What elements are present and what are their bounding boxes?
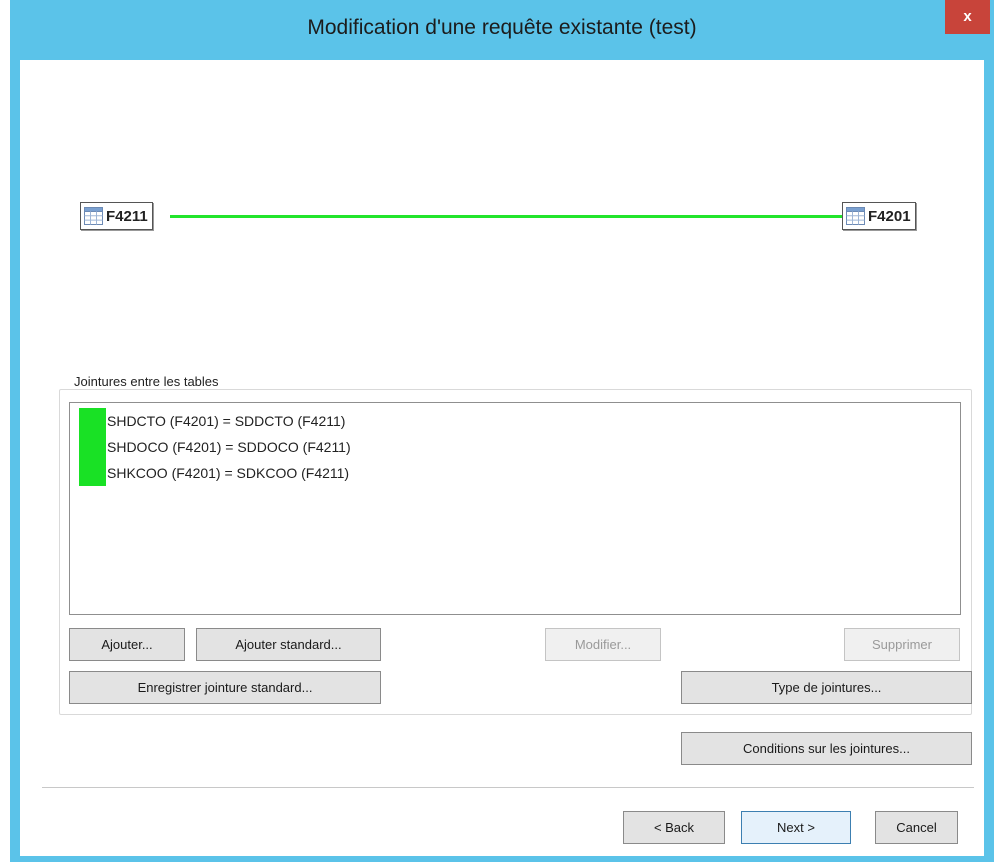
- back-button[interactable]: < Back: [623, 811, 725, 844]
- add-standard-button[interactable]: Ajouter standard...: [196, 628, 381, 661]
- add-button[interactable]: Ajouter...: [69, 628, 185, 661]
- table-node-right[interactable]: F4201: [842, 202, 916, 230]
- list-item[interactable]: SHKCOO (F4201) = SDKCOO (F4211): [107, 460, 351, 486]
- list-item[interactable]: SHDOCO (F4201) = SDDOCO (F4211): [107, 434, 351, 460]
- join-rows: SHDCTO (F4201) = SDDCTO (F4211) SHDOCO (…: [107, 408, 351, 486]
- close-button[interactable]: x: [945, 0, 990, 34]
- join-link-line[interactable]: [170, 215, 842, 218]
- table-name: F4211: [106, 207, 148, 225]
- joins-listbox[interactable]: SHDCTO (F4201) = SDDCTO (F4211) SHDOCO (…: [69, 402, 961, 615]
- table-icon: [846, 207, 865, 225]
- save-standard-join-button[interactable]: Enregistrer jointure standard...: [69, 671, 381, 704]
- list-item[interactable]: SHDCTO (F4201) = SDDCTO (F4211): [107, 408, 351, 434]
- dialog-body: F4211 F4201 Jointures entre les tables S…: [20, 60, 984, 856]
- footer-separator: [42, 787, 974, 789]
- delete-button[interactable]: Supprimer: [844, 628, 960, 661]
- join-marker: [79, 408, 106, 486]
- join-type-button[interactable]: Type de jointures...: [681, 671, 972, 704]
- table-node-left[interactable]: F4211: [80, 202, 153, 230]
- table-icon: [84, 207, 103, 225]
- modify-button[interactable]: Modifier...: [545, 628, 661, 661]
- dialog-window: Modification d'une requête existante (te…: [10, 0, 994, 862]
- next-button[interactable]: Next >: [741, 811, 851, 844]
- join-conditions-button[interactable]: Conditions sur les jointures...: [681, 732, 972, 765]
- title-bar[interactable]: Modification d'une requête existante (te…: [10, 0, 994, 60]
- table-name: F4201: [868, 207, 911, 225]
- window-title: Modification d'une requête existante (te…: [307, 16, 697, 39]
- joins-group-label: Jointures entre les tables: [72, 374, 221, 389]
- cancel-button[interactable]: Cancel: [875, 811, 958, 844]
